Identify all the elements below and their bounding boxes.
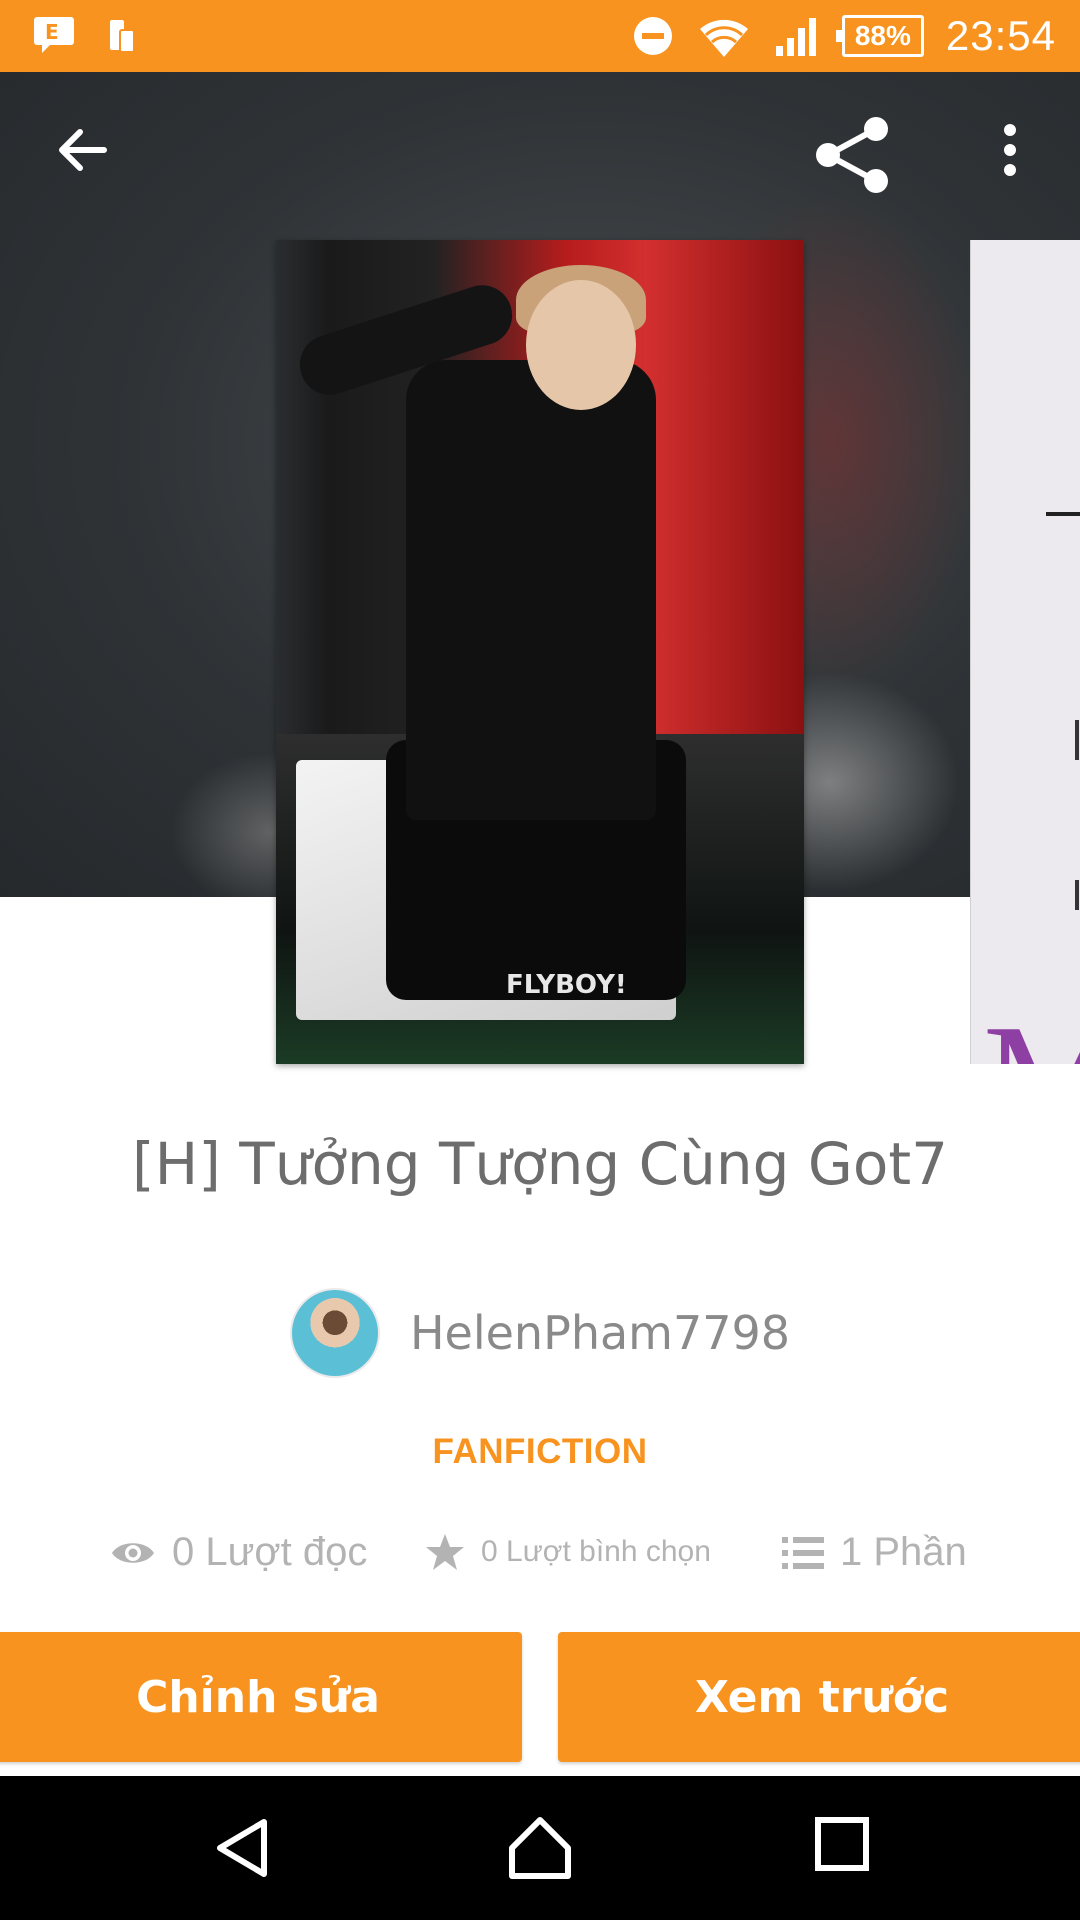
nav-home-button[interactable] [508, 1816, 572, 1885]
reads-count: 0 Lượt đọc [172, 1530, 368, 1574]
next-story-cover[interactable]: M [970, 240, 1080, 1064]
votes-count: 0 Lượt bình chọn [481, 1535, 711, 1568]
system-nav-bar [0, 1776, 1080, 1920]
preview-button[interactable]: Xem trước [558, 1632, 1080, 1762]
votes-stat: 0 Lượt bình chọn [425, 1532, 711, 1572]
author-name[interactable]: HelenPham7798 [410, 1306, 790, 1360]
nav-recents-icon [815, 1817, 869, 1871]
more-options-button[interactable] [990, 120, 1030, 185]
eye-icon [112, 1542, 154, 1563]
share-button[interactable] [812, 115, 892, 200]
wifi-icon [696, 13, 752, 59]
battery-percent: 88% [854, 20, 911, 51]
nav-recents-button[interactable] [814, 1816, 870, 1877]
svg-text:E: E [45, 20, 59, 44]
status-clock: 23:54 [945, 12, 1056, 59]
list-icon [782, 1536, 824, 1569]
phone-device-icon [106, 14, 136, 56]
share-icon [816, 117, 888, 193]
nav-back-button[interactable] [212, 1816, 272, 1885]
signal-icon [774, 14, 820, 58]
parts-count: 1 Phần [840, 1530, 967, 1574]
next-cover-letter: M [983, 1000, 1080, 1064]
back-button[interactable] [52, 120, 112, 185]
story-category[interactable]: FANFICTION [0, 1432, 1080, 1472]
avatar[interactable] [289, 1288, 380, 1378]
status-bar: E 88% 23:54 [0, 0, 1080, 72]
story-title: [H] Tưởng Tượng Cùng Got7 [131, 1130, 949, 1198]
star-icon [426, 1534, 464, 1570]
status-right-icons: 88% 23:54 [632, 6, 1056, 66]
edit-button[interactable]: Chỉnh sửa [0, 1632, 522, 1762]
more-vert-icon [1004, 124, 1016, 176]
do-not-disturb-icon [632, 15, 674, 57]
reads-stat: 0 Lượt đọc [110, 1530, 367, 1575]
nav-home-icon [509, 1817, 571, 1879]
story-cover-image[interactable]: FLYBOY! [276, 240, 804, 1064]
author-row[interactable]: HelenPham7798 [0, 1288, 1080, 1378]
status-left-icons: E [32, 14, 136, 56]
cover-watermark: FLYBOY! [506, 970, 627, 1000]
parts-stat: 1 Phần [782, 1530, 967, 1575]
message-icon: E [32, 15, 76, 55]
battery-icon: 88% [835, 15, 924, 57]
back-arrow-icon [59, 129, 107, 171]
nav-back-icon [217, 1819, 267, 1877]
story-stats: 0 Lượt đọc 0 Lượt bình chọn 1 Phần [0, 1530, 1080, 1590]
